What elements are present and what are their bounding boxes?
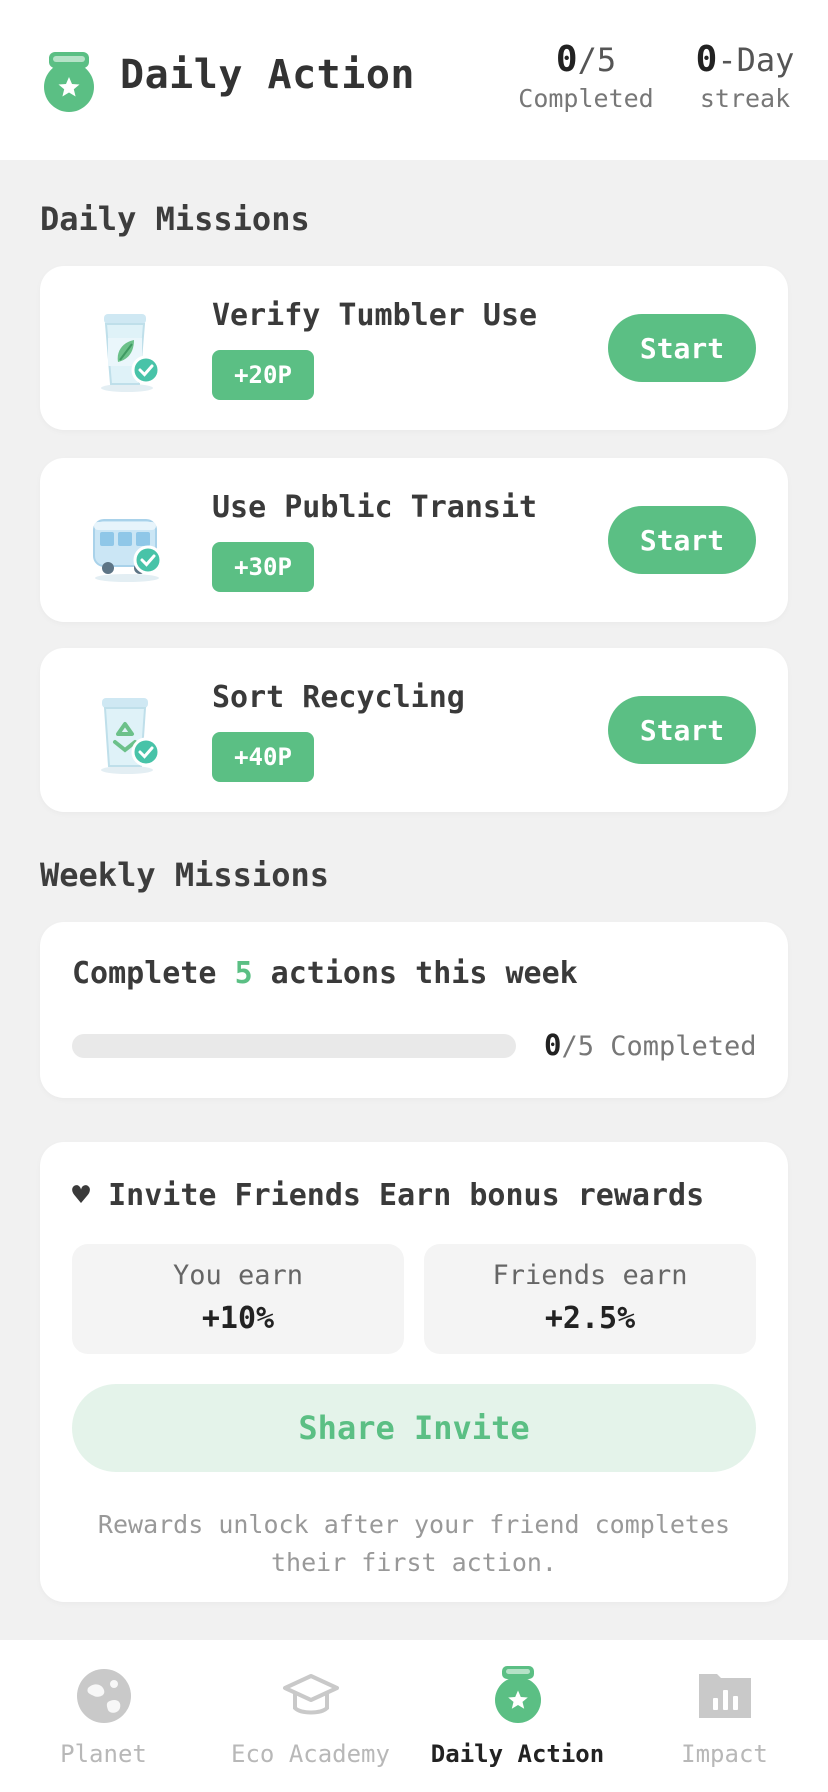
- streak-stat: 0-Day streak: [690, 39, 800, 114]
- graduation-cap-icon: [282, 1674, 339, 1715]
- you-earn-label: You earn: [172, 1260, 304, 1291]
- mission-card-recycling: Sort Recycling +40P Start: [40, 648, 788, 812]
- weekly-progress-value: 0: [544, 1028, 562, 1062]
- weekly-mission-card: Complete 5 actions this week 0/5 Complet…: [40, 922, 788, 1098]
- invite-note: Rewards unlock after your friend complet…: [97, 1510, 731, 1577]
- start-button-tumbler[interactable]: Start: [608, 314, 756, 382]
- bus-icon: [93, 519, 163, 582]
- weekly-missions-title: Weekly Missions: [40, 856, 329, 894]
- weekly-title-prefix: Complete: [72, 956, 235, 991]
- completed-count: 0: [555, 39, 578, 80]
- points-badge: +20P: [212, 350, 314, 400]
- tab-label: Daily Action: [430, 1740, 605, 1768]
- daily-action-icon: [494, 1666, 541, 1723]
- friends-earn-label: Friends earn: [492, 1260, 688, 1291]
- streak-count: 0: [695, 39, 718, 80]
- streak-suffix: -Day: [717, 41, 795, 79]
- tab-eco-academy[interactable]: Eco Academy: [207, 1666, 414, 1768]
- weekly-mission-title: Complete 5 actions this week: [72, 956, 578, 991]
- weekly-progress-count: 0/5 Completed: [544, 1028, 757, 1062]
- mission-card-transit: Use Public Transit +30P Start: [40, 458, 788, 622]
- tumbler-icon: [101, 314, 161, 392]
- daily-missions-title: Daily Missions: [40, 200, 310, 238]
- you-earn-value: +10%: [201, 1301, 275, 1336]
- share-invite-button[interactable]: Share Invite: [72, 1384, 756, 1472]
- completed-label: Completed: [518, 84, 654, 113]
- points-badge: +30P: [212, 542, 314, 592]
- invite-title: ♥ Invite Friends Earn bonus rewards: [72, 1178, 705, 1213]
- bottom-tab-bar: Planet Eco Academy Daily Action Impact: [0, 1640, 828, 1792]
- tab-impact[interactable]: Impact: [621, 1666, 828, 1768]
- mission-title: Sort Recycling: [212, 680, 465, 715]
- friends-earn-value: +2.5%: [544, 1301, 636, 1336]
- start-button-transit[interactable]: Start: [608, 506, 756, 574]
- mission-title: Use Public Transit: [212, 490, 538, 525]
- tab-label: Planet: [60, 1740, 147, 1768]
- streak-label: streak: [699, 84, 791, 113]
- tab-planet[interactable]: Planet: [0, 1666, 207, 1768]
- weekly-progress-total: /5 Completed: [561, 1031, 757, 1062]
- daily-action-logo-icon: [44, 52, 94, 112]
- you-earn-box: You earn +10%: [72, 1244, 404, 1354]
- completed-stat: 0/5 Completed: [516, 39, 656, 114]
- page-title: Daily Action: [120, 52, 415, 98]
- mission-card-tumbler: Verify Tumbler Use +20P Start: [40, 266, 788, 430]
- weekly-title-suffix: actions this week: [252, 956, 578, 991]
- start-button-recycling[interactable]: Start: [608, 696, 756, 764]
- recycling-bin-icon: [101, 698, 161, 774]
- weekly-target-count: 5: [234, 956, 253, 991]
- weekly-progress-bar: [72, 1034, 516, 1058]
- completed-total: /5: [577, 41, 617, 79]
- planet-icon: [76, 1669, 131, 1723]
- header: Daily Action 0/5 Completed 0-Day streak: [0, 0, 828, 160]
- tab-daily-action[interactable]: Daily Action: [414, 1666, 621, 1768]
- tab-label: Impact: [681, 1740, 768, 1768]
- points-badge: +40P: [212, 732, 314, 782]
- mission-title: Verify Tumbler Use: [212, 298, 538, 333]
- bar-chart-icon: [698, 1674, 751, 1718]
- friends-earn-box: Friends earn +2.5%: [424, 1244, 756, 1354]
- tab-label: Eco Academy: [231, 1740, 390, 1768]
- invite-card: ♥ Invite Friends Earn bonus rewards You …: [40, 1142, 788, 1602]
